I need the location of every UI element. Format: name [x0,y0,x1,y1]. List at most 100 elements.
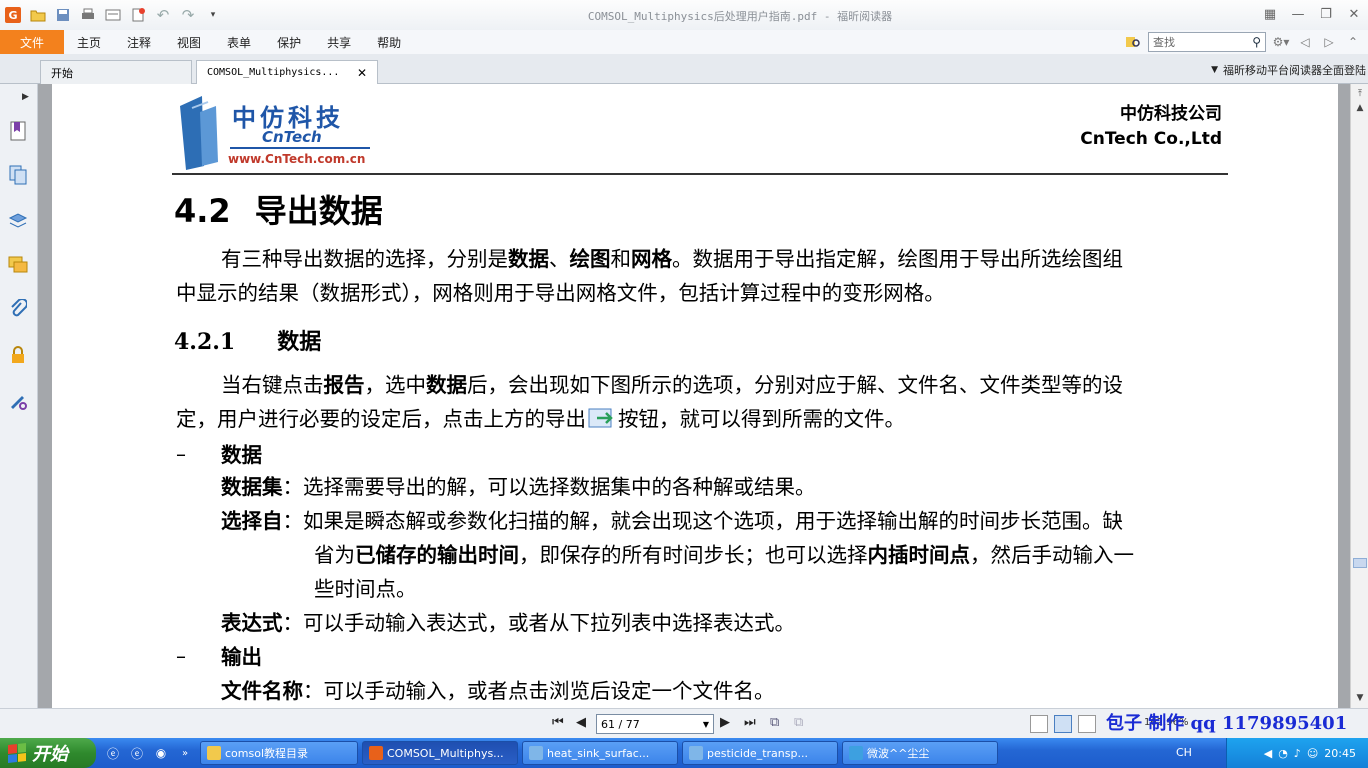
text-run: ，然后手动输入一 [970,543,1134,567]
qq-icon[interactable]: ☺ [1307,747,1318,760]
bold-run: 网格 [631,247,672,271]
open-folder-icon[interactable] [29,6,47,24]
app-icon [849,746,863,760]
pdf-page: 中仿科技 CnTech www.CnTech.com.cn 中仿科技公司 CnT… [52,84,1338,708]
section-title: 导出数据 [254,192,383,230]
volume-icon[interactable]: ♪ [1294,747,1301,760]
document-view: 中仿科技 CnTech www.CnTech.com.cn 中仿科技公司 CnT… [38,84,1350,708]
menu-help[interactable]: 帮助 [364,34,414,51]
text-run: 省为 [314,543,355,567]
bold-run: 数据集 [221,475,283,499]
menu-file[interactable]: 文件 [0,30,64,54]
start-button[interactable]: 开始 [0,738,96,768]
menu-form[interactable]: 表单 [214,34,264,51]
previous-view-icon[interactable]: ⧉ [770,715,779,730]
player-icon[interactable]: ◉ [152,744,170,762]
search-icon[interactable]: ⚲ [1252,35,1261,49]
save-icon[interactable] [54,6,72,24]
text-run: ：选择需要导出的解，可以选择数据集中的各种解或结果。 [282,475,816,499]
attachment-icon[interactable] [7,298,29,320]
start-label: 开始 [32,744,68,765]
text-run: ：如果是瞬态解或参数化扫描的解，就会出现这个选项，用于选择输出解的时间步长范围。… [282,509,1124,533]
network-icon[interactable]: ◔ [1278,747,1288,760]
app-logo-icon[interactable]: G [4,6,22,24]
input-language[interactable]: CH [1176,746,1192,759]
single-page-view-icon[interactable] [1030,715,1048,733]
search-input[interactable]: 查找 ⚲ [1148,32,1266,52]
menu-view[interactable]: 视图 [164,34,214,51]
vertical-scrollbar[interactable]: ⤒ ▲ ▼ [1350,84,1368,708]
text-run: 定，用户进行必要的设定后，点击上方的导出 [176,407,586,431]
scroll-thumb[interactable] [1353,558,1367,568]
taskbar-item-foxit[interactable]: COMSOL_Multiphys... [362,741,518,765]
section-heading: 4.2 导出数据 [174,186,383,232]
facing-view-icon[interactable] [1078,715,1096,733]
next-view-icon[interactable]: ⧉ [794,715,803,730]
watermark-text: 包子 制作 qq 1179895401 [1106,713,1348,734]
layout-icon[interactable]: ▦ [1256,0,1284,28]
page-number-value: 61 / 77 [601,717,640,731]
bullet-heading-data: 数据 [221,443,262,467]
folder-icon [207,746,221,760]
tray-expand-icon[interactable]: ◀ [1264,747,1272,760]
clock[interactable]: 20:45 [1324,747,1356,760]
settings-gear-icon[interactable]: ⚙▾ [1272,33,1290,51]
next-page-icon[interactable]: ▶ [720,715,730,730]
menu-right-tools: 查找 ⚲ ⚙▾ ◁ ▷ ⌃ [1124,30,1368,54]
text-run: 和 [610,247,632,271]
scroll-up-arrow-icon[interactable]: ▲ [1352,100,1368,116]
previous-page-icon[interactable]: ◀ [576,715,586,730]
security-lock-icon[interactable] [7,344,29,366]
minimize-button[interactable]: — [1284,0,1312,28]
collapse-ribbon-icon[interactable]: ⌃ [1344,33,1362,51]
first-page-icon[interactable]: ⏮ [552,715,564,730]
find-text-icon[interactable] [1124,33,1142,51]
menu-comment[interactable]: 注释 [114,34,164,51]
pages-thumbnail-icon[interactable] [7,164,29,186]
taskbar-item-folder[interactable]: comsol教程目录 [200,741,358,765]
section-number: 4.2 [174,192,231,230]
new-document-icon[interactable] [129,6,147,24]
expand-panel-icon[interactable]: ▶ [22,92,29,102]
page-number-field[interactable]: 61 / 77 ▼ [596,714,714,734]
redo-icon[interactable]: ↷ [179,6,197,24]
logo-en-text: CnTech [262,128,322,146]
layers-icon[interactable] [7,210,29,232]
promo-banner[interactable]: ▼ 福昕移动平台阅读器全面登陆 [1211,62,1366,78]
signature-icon[interactable] [7,390,29,412]
ie-icon[interactable]: ⓔ [104,744,122,762]
undo-icon[interactable]: ↶ [154,6,172,24]
bookmark-icon[interactable] [7,120,29,142]
bullet-heading-output: 输出 [221,645,262,669]
last-page-icon[interactable]: ⏭ [744,715,756,730]
restore-button[interactable]: ❐ [1312,0,1340,28]
scroll-down-arrow-icon[interactable]: ▼ [1352,690,1368,706]
left-navigation-panel: ▶ [0,84,38,708]
tab-document[interactable]: COMSOL_Multiphysics... ✕ [196,60,378,84]
back-arrow-icon[interactable]: ◁ [1296,33,1314,51]
menu-share[interactable]: 共享 [314,34,364,51]
taskbar-item-pesticide[interactable]: pesticide_transp... [682,741,838,765]
more-quick-launch-icon[interactable]: » [176,744,194,762]
foxit-icon [369,746,383,760]
print-icon[interactable] [79,6,97,24]
text-run: 后，会出现如下图所示的选项，分别对应于解、文件名、文件类型等的设 [467,373,1123,397]
browser-icon[interactable]: ⓔ [128,744,146,762]
taskbar-item-heat-sink[interactable]: heat_sink_surfac... [522,741,678,765]
menu-protect[interactable]: 保护 [264,34,314,51]
windows-flag-icon [8,743,26,763]
continuous-view-icon[interactable] [1054,715,1072,733]
close-button[interactable]: ✕ [1340,0,1368,28]
taskbar-item-microwave[interactable]: 微波^^尘尘 [842,741,998,765]
tab-close-icon[interactable]: ✕ [357,66,367,80]
menu-home[interactable]: 主页 [64,34,114,51]
tab-bar: 开始 COMSOL_Multiphysics... ✕ ▼ 福昕移动平台阅读器全… [0,54,1368,84]
forward-arrow-icon[interactable]: ▷ [1320,33,1338,51]
tab-start[interactable]: 开始 [40,60,192,84]
page-dropdown-icon[interactable]: ▼ [703,720,709,729]
header-divider [172,173,1228,175]
logo-url-text: www.CnTech.com.cn [228,152,366,166]
properties-icon[interactable] [104,6,122,24]
comments-icon[interactable] [7,254,29,276]
customize-toolbar-icon[interactable]: ▾ [204,6,222,24]
